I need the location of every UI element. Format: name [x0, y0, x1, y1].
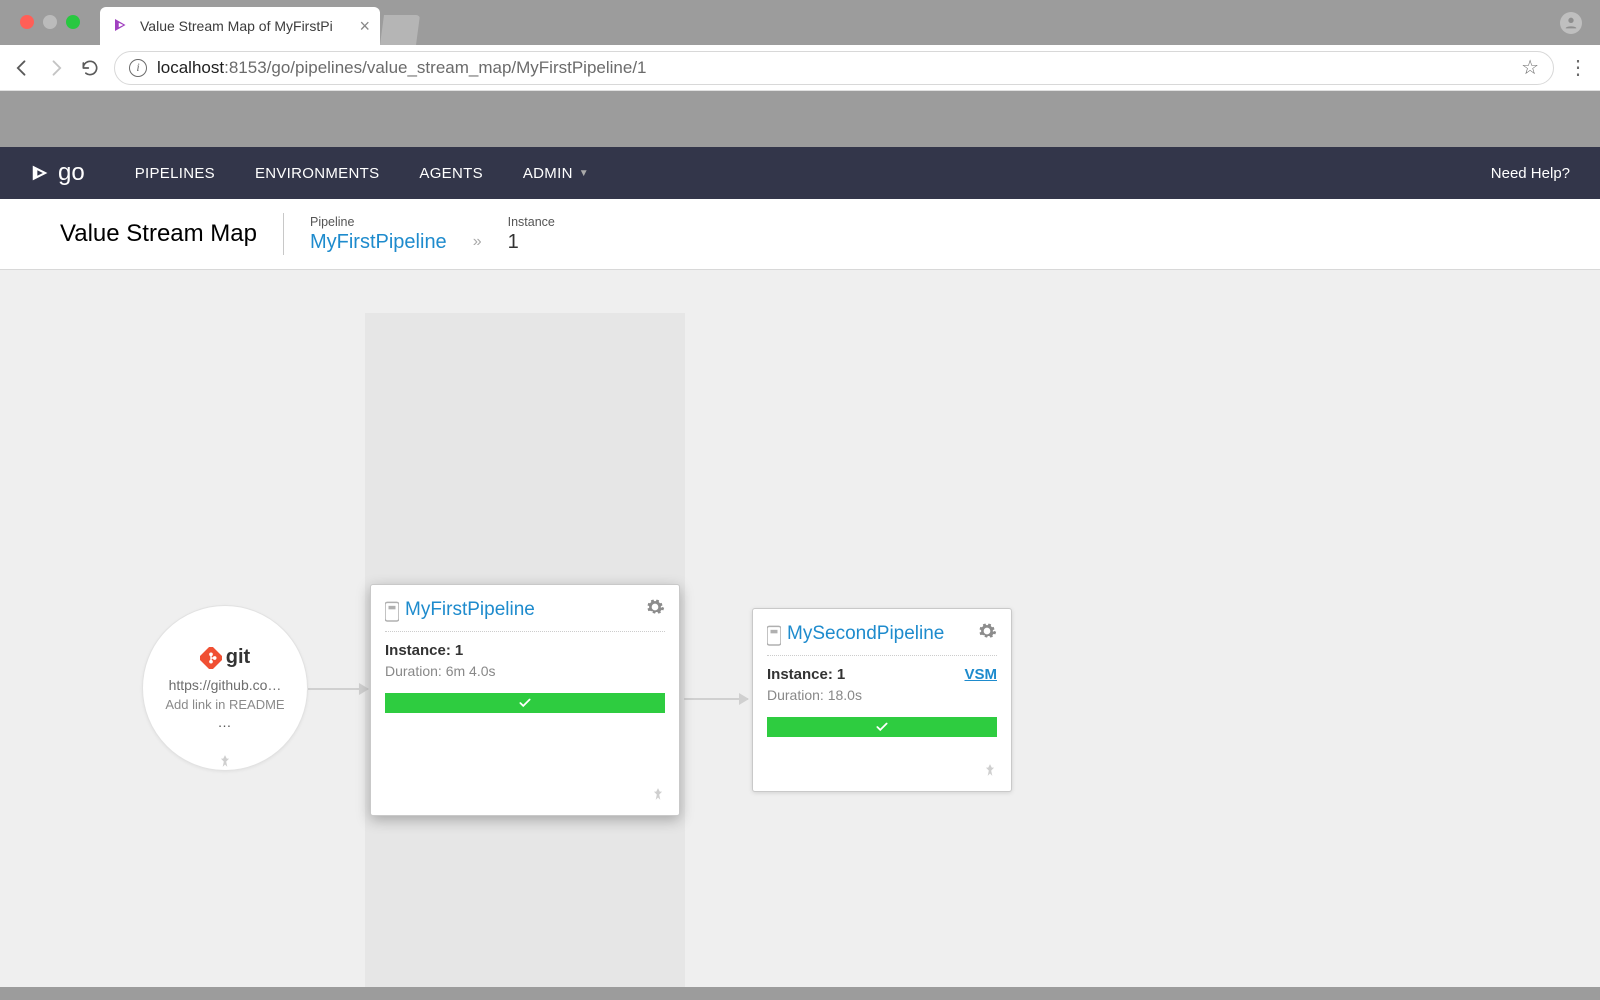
duration-value: 6m 4.0s [446, 663, 496, 679]
browser-tab[interactable]: Value Stream Map of MyFirstPi × [100, 7, 380, 45]
pipeline-card-myfirstpipeline[interactable]: MyFirstPipeline Instance: 1 Duration: 6m… [370, 584, 680, 816]
material-url: https://github.co… [169, 677, 282, 693]
crumb-instance-value: 1 [508, 231, 555, 254]
breadcrumb-chevron-icon: » [473, 233, 482, 255]
gocd-favicon [112, 16, 130, 37]
crumb-instance-label: Instance [508, 215, 555, 229]
duration-label: Duration: [385, 663, 442, 679]
instance-value: 1 [837, 666, 845, 683]
window-traffic-lights[interactable] [10, 0, 90, 29]
nav-environments[interactable]: ENVIRONMENTS [255, 165, 379, 182]
nav-pipelines[interactable]: PIPELINES [135, 165, 215, 182]
minimize-window-button[interactable] [43, 15, 57, 29]
instance-label: Instance: [767, 666, 833, 683]
close-window-button[interactable] [20, 15, 34, 29]
gear-icon[interactable] [977, 621, 997, 647]
material-commit-message: Add link in README [165, 697, 284, 712]
pipeline-name-link[interactable]: MyFirstPipeline [405, 599, 645, 621]
duration-value: 18.0s [828, 687, 862, 703]
divider [283, 213, 284, 255]
vsm-breadcrumb-header: Value Stream Map Pipeline MyFirstPipelin… [0, 199, 1600, 270]
reload-button[interactable] [80, 58, 100, 78]
page-title: Value Stream Map [60, 220, 257, 248]
gocd-logo[interactable]: go [30, 159, 85, 187]
pin-icon[interactable] [218, 754, 232, 772]
browser-menu-button[interactable]: ⋮ [1568, 55, 1588, 80]
git-logo: git [200, 646, 250, 669]
tab-title: Value Stream Map of MyFirstPi [140, 18, 333, 34]
stage-status-bar[interactable] [767, 717, 997, 737]
back-button[interactable] [12, 58, 32, 78]
material-git-node[interactable]: git https://github.co… Add link in READM… [142, 605, 308, 771]
check-icon [518, 696, 532, 710]
pipeline-card-mysecondpipeline[interactable]: MySecondPipeline Instance: 1 VSM Duratio… [752, 608, 1012, 792]
pipeline-name-link[interactable]: MySecondPipeline [787, 623, 977, 645]
crumb-pipeline-link[interactable]: MyFirstPipeline [310, 231, 447, 254]
instance-label: Instance: [385, 642, 451, 659]
new-tab-button[interactable] [380, 15, 420, 45]
url-text: localhost:8153/go/pipelines/value_stream… [157, 58, 647, 78]
pin-icon[interactable] [651, 787, 665, 805]
check-icon [875, 720, 889, 734]
crumb-pipeline-label: Pipeline [310, 215, 447, 229]
connector-arrow [308, 688, 368, 690]
duration-label: Duration: [767, 687, 824, 703]
site-info-icon[interactable]: i [129, 59, 147, 77]
nav-admin[interactable]: ADMIN▼ [523, 165, 589, 182]
vsm-canvas[interactable]: git https://github.co… Add link in READM… [0, 270, 1600, 987]
stage-status-bar[interactable] [385, 693, 665, 713]
pipeline-icon [385, 600, 399, 620]
chevron-down-icon: ▼ [579, 168, 589, 179]
need-help-link[interactable]: Need Help? [1491, 165, 1570, 182]
forward-button[interactable] [46, 58, 66, 78]
browser-profile-icon[interactable] [1560, 12, 1582, 34]
address-bar[interactable]: i localhost:8153/go/pipelines/value_stre… [114, 51, 1554, 85]
gear-icon[interactable] [645, 597, 665, 623]
gocd-navbar: go PIPELINES ENVIRONMENTS AGENTS ADMIN▼ … [0, 147, 1600, 199]
bookmark-star-icon[interactable]: ☆ [1521, 55, 1539, 80]
connector-arrow [684, 698, 748, 700]
nav-agents[interactable]: AGENTS [419, 165, 482, 182]
ellipsis-more-icon[interactable]: … [218, 714, 233, 730]
tab-close-button[interactable]: × [359, 16, 370, 37]
footer-strip [0, 988, 1600, 1000]
pipeline-icon [767, 624, 781, 644]
maximize-window-button[interactable] [66, 15, 80, 29]
vsm-link[interactable]: VSM [964, 666, 997, 683]
instance-value: 1 [455, 642, 463, 659]
pin-icon[interactable] [983, 763, 997, 781]
